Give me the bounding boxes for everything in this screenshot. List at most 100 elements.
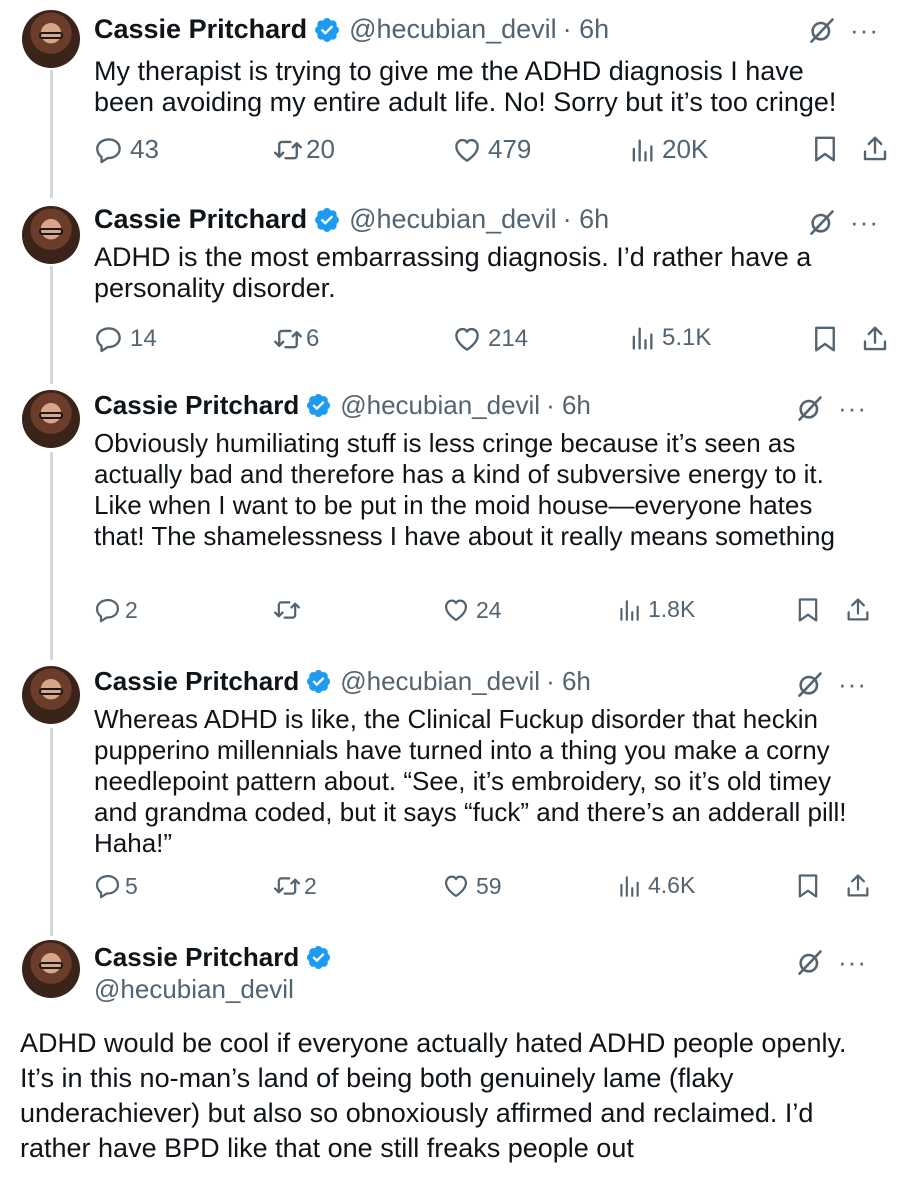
retweet-count: 2: [304, 872, 317, 899]
like-button[interactable]: 24: [442, 596, 502, 624]
author-name[interactable]: Cassie Pritchard: [94, 666, 299, 697]
author-name[interactable]: Cassie Pritchard: [94, 390, 299, 421]
more-icon[interactable]: ···: [838, 395, 867, 421]
main-tweet[interactable]: Cassie Pritchard @hecubian_devil ··· ADH…: [0, 934, 899, 1200]
like-count: 24: [476, 596, 502, 623]
retweet-count: 20: [306, 134, 335, 164]
bookmark-icon: [794, 596, 822, 624]
bookmark-button[interactable]: [810, 134, 840, 171]
avatar[interactable]: [22, 390, 80, 448]
like-count: 59: [476, 872, 502, 899]
retweet-icon: [272, 872, 302, 900]
retweet-button[interactable]: 20: [272, 134, 335, 165]
thread-tweet[interactable]: Cassie Pritchard @hecubian_devil · 6h ··…: [0, 382, 899, 658]
bookmark-icon: [794, 872, 822, 900]
author-name[interactable]: Cassie Pritchard: [94, 204, 307, 235]
share-button[interactable]: [860, 324, 890, 361]
thread-tweet[interactable]: Cassie Pritchard @hecubian_devil · 6h ··…: [0, 196, 899, 386]
grok-icon[interactable]: [808, 208, 836, 236]
tweet-time[interactable]: · 6h: [546, 390, 591, 421]
author-handle[interactable]: @hecubian_devil: [349, 14, 557, 45]
reply-button[interactable]: 5: [94, 872, 138, 900]
author-handle[interactable]: @hecubian_devil: [340, 666, 540, 697]
bookmark-icon: [810, 324, 840, 354]
views-icon: [628, 136, 656, 164]
verified-badge-icon: [305, 944, 332, 971]
like-icon: [452, 135, 482, 165]
tweet-header: Cassie Pritchard @hecubian_devil · 6h: [94, 666, 591, 697]
retweet-count: 6: [306, 325, 320, 352]
author-handle[interactable]: @hecubian_devil: [94, 974, 294, 1005]
tweet-text: Whereas ADHD is like, the Clinical Fucku…: [94, 704, 847, 858]
avatar[interactable]: [22, 10, 80, 68]
action-bar: 14 6 214 5.1K: [94, 324, 894, 358]
more-icon[interactable]: ···: [838, 671, 867, 697]
retweet-icon: [272, 596, 302, 624]
reply-count: 14: [130, 325, 157, 352]
reply-button[interactable]: 43: [94, 134, 159, 165]
share-icon: [844, 596, 872, 624]
share-button[interactable]: [844, 596, 872, 630]
author-handle[interactable]: @hecubian_devil: [349, 204, 557, 235]
thread-tweet[interactable]: Cassie Pritchard @hecubian_devil · 6h ··…: [0, 658, 899, 934]
retweet-icon: [272, 135, 304, 165]
reply-icon: [94, 872, 122, 900]
verified-badge-icon: [313, 16, 341, 44]
like-icon: [452, 324, 482, 354]
tweet-time[interactable]: · 6h: [546, 666, 591, 697]
like-button[interactable]: 214: [452, 324, 528, 354]
like-button[interactable]: 59: [442, 872, 502, 900]
share-button[interactable]: [844, 872, 872, 906]
thread-tweet[interactable]: Cassie Pritchard @hecubian_devil · 6h ··…: [0, 0, 899, 200]
grok-icon[interactable]: [796, 670, 824, 698]
author-name[interactable]: Cassie Pritchard: [94, 14, 307, 45]
verified-badge-icon: [305, 668, 332, 695]
bookmark-button[interactable]: [810, 324, 840, 361]
more-icon[interactable]: ···: [838, 949, 867, 975]
tweet-text: ADHD is the most embarrassing diagnosis.…: [94, 242, 812, 303]
author-handle[interactable]: @hecubian_devil: [340, 390, 540, 421]
retweet-button[interactable]: 2: [272, 872, 317, 900]
avatar[interactable]: [22, 206, 80, 264]
views-count: 4.6K: [648, 872, 696, 898]
retweet-button[interactable]: 6: [272, 324, 319, 354]
views-icon: [628, 324, 656, 352]
grok-icon[interactable]: [808, 16, 836, 44]
verified-badge-icon: [313, 206, 341, 234]
views-button[interactable]: 1.8K: [616, 596, 695, 623]
views-button[interactable]: 4.6K: [616, 872, 695, 899]
author-name[interactable]: Cassie Pritchard: [94, 942, 299, 973]
avatar[interactable]: [22, 940, 80, 998]
views-count: 20K: [662, 134, 709, 164]
tweet-time[interactable]: · 6h: [563, 14, 610, 45]
tweet-time[interactable]: · 6h: [563, 204, 610, 235]
tweet-header: Cassie Pritchard @hecubian_devil · 6h: [94, 390, 591, 421]
like-count: 214: [488, 325, 529, 352]
reply-button[interactable]: 14: [94, 324, 157, 354]
grok-icon[interactable]: [796, 394, 824, 422]
tweet-text: My therapist is trying to give me the AD…: [94, 56, 837, 117]
reply-icon: [94, 324, 124, 354]
views-button[interactable]: 5.1K: [628, 324, 711, 352]
like-button[interactable]: 479: [452, 134, 531, 165]
share-icon: [860, 134, 890, 164]
bookmark-button[interactable]: [794, 596, 822, 630]
like-icon: [442, 596, 470, 624]
grok-icon[interactable]: [796, 948, 824, 976]
reply-button[interactable]: 2: [94, 596, 138, 624]
bookmark-button[interactable]: [794, 872, 822, 906]
tweet-header: Cassie Pritchard @hecubian_devil · 6h: [94, 14, 609, 45]
tweet-header: Cassie Pritchard @hecubian_devil · 6h: [94, 204, 609, 235]
action-bar: 43 20 479 20K: [94, 134, 894, 168]
more-icon[interactable]: ···: [850, 17, 879, 43]
reply-count: 5: [125, 872, 138, 899]
avatar[interactable]: [22, 666, 80, 724]
retweet-button[interactable]: [272, 596, 308, 624]
share-button[interactable]: [860, 134, 890, 171]
reply-icon: [94, 596, 122, 624]
views-button[interactable]: 20K: [628, 134, 708, 165]
reply-icon: [94, 135, 124, 165]
like-icon: [442, 872, 470, 900]
more-icon[interactable]: ···: [850, 209, 879, 235]
retweet-icon: [272, 324, 304, 354]
